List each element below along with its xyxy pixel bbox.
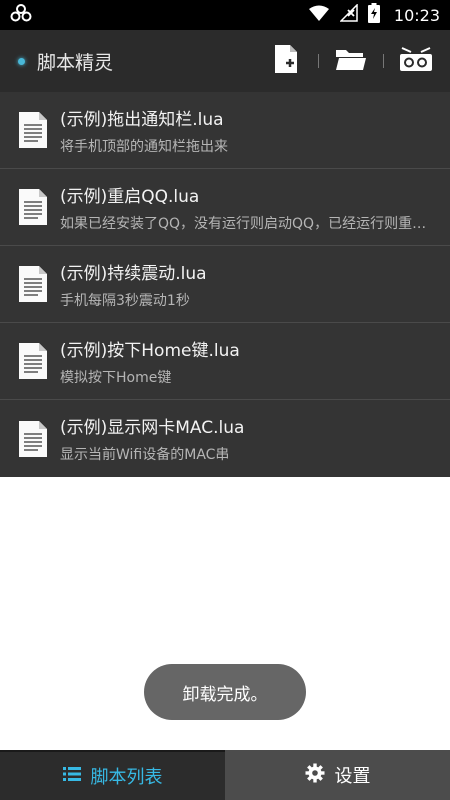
new-script-button[interactable] — [266, 41, 306, 81]
list-item[interactable]: (示例)拖出通知栏.lua 将手机顶部的通知栏拖出来 — [0, 92, 450, 169]
new-file-icon — [274, 44, 298, 78]
script-description: 将手机顶部的通知栏拖出来 — [60, 138, 228, 155]
list-item[interactable]: (示例)按下Home键.lua 模拟按下Home键 — [0, 323, 450, 400]
signal-icon — [339, 3, 358, 26]
wifi-icon — [308, 5, 330, 25]
app-indicator-dot — [18, 57, 25, 65]
script-name: (示例)按下Home键.lua — [60, 340, 240, 361]
script-description: 如果已经安装了QQ，没有运行则启动QQ，已经运行则重启QQ — [60, 215, 449, 232]
app-bar: 脚本精灵 — [0, 30, 450, 92]
tab-label: 设置 — [334, 766, 371, 787]
bottom-nav: 脚本列表 设置 — [0, 750, 450, 800]
open-folder-button[interactable] — [331, 41, 371, 81]
tab-settings[interactable]: 设置 — [225, 750, 450, 800]
script-description: 模拟按下Home键 — [60, 369, 172, 386]
script-file-icon — [18, 265, 48, 303]
list-item[interactable]: (示例)显示网卡MAC.lua 显示当前Wifi设备的MAC串 — [0, 400, 450, 477]
script-file-icon — [18, 111, 48, 149]
script-file-icon — [18, 342, 48, 380]
script-file-icon — [18, 188, 48, 226]
app-title: 脚本精灵 — [37, 51, 114, 74]
script-description: 手机每隔3秒震动1秒 — [60, 292, 190, 309]
script-name: (示例)显示网卡MAC.lua — [60, 418, 245, 438]
tab-script-list[interactable]: 脚本列表 — [0, 750, 225, 800]
list-item[interactable]: (示例)持续震动.lua 手机每隔3秒震动1秒 — [0, 246, 450, 323]
folder-icon — [335, 47, 367, 75]
script-name: (示例)持续震动.lua — [60, 263, 207, 284]
action-divider — [383, 54, 384, 68]
list-item[interactable]: (示例)重启QQ.lua 如果已经安装了QQ，没有运行则启动QQ，已经运行则重启… — [0, 169, 450, 246]
battery-charging-icon — [367, 3, 380, 27]
app-logo-icon — [10, 4, 32, 26]
status-bar: 10:23 — [0, 0, 450, 30]
status-time: 10:23 — [393, 5, 440, 25]
gear-icon — [305, 763, 325, 788]
tab-label: 脚本列表 — [90, 767, 163, 788]
record-button[interactable] — [396, 41, 436, 81]
script-list: (示例)拖出通知栏.lua 将手机顶部的通知栏拖出来 (示例)重启QQ.lua … — [0, 92, 450, 477]
list-icon — [62, 766, 81, 787]
toast-message: 卸载完成。 — [144, 664, 306, 720]
script-name: (示例)拖出通知栏.lua — [60, 109, 224, 130]
action-divider — [318, 54, 319, 68]
script-file-icon — [18, 420, 48, 458]
record-icon — [399, 46, 433, 76]
script-description: 显示当前Wifi设备的MAC串 — [60, 447, 230, 463]
script-name: (示例)重启QQ.lua — [60, 186, 200, 207]
